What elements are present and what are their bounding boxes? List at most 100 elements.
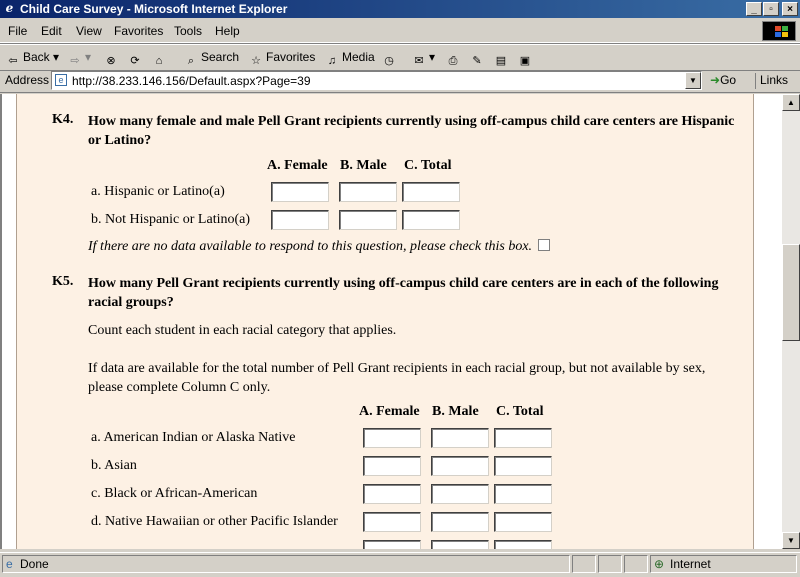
k5e-female-input[interactable] <box>363 540 421 549</box>
k4-number: K4. <box>52 112 74 127</box>
discuss-button[interactable]: ▤ <box>494 48 511 67</box>
close-button[interactable]: × <box>782 2 798 16</box>
minimize-button[interactable]: _ <box>746 2 762 16</box>
menu-bar: File Edit View Favorites Tools Help <box>0 20 800 43</box>
mail-button[interactable]: ✉ ▾ <box>412 48 435 67</box>
refresh-icon: ⟳ <box>130 55 140 67</box>
edit-button[interactable]: ✎ <box>470 48 487 67</box>
k4b-male-input[interactable] <box>339 210 397 230</box>
status-text-panel: e Done <box>2 555 570 573</box>
k4b-female-input[interactable] <box>271 210 329 230</box>
forward-arrow-icon: ⇨ <box>70 55 80 67</box>
k5b-female-input[interactable] <box>363 456 421 476</box>
media-button[interactable]: ♫ Media <box>325 48 375 67</box>
page-viewport: K4. How many female and male Pell Grant … <box>0 94 782 549</box>
messenger-button[interactable]: ▣ <box>518 48 535 67</box>
favorites-icon: ☆ <box>251 55 261 67</box>
menu-tools[interactable]: Tools <box>174 24 202 38</box>
k4-row-label: b. Not Hispanic or Latino(a) <box>91 212 251 227</box>
k4-question: How many female and male Pell Grant reci… <box>88 114 735 148</box>
home-button[interactable]: ⌂ <box>152 48 169 67</box>
menu-edit[interactable]: Edit <box>41 24 62 38</box>
k4a-male-input[interactable] <box>339 182 397 202</box>
k5d-female-input[interactable] <box>363 512 421 532</box>
forward-button[interactable]: ⇨ ▾ <box>68 48 91 67</box>
back-button[interactable]: ⇦ Back ▾ <box>6 48 59 67</box>
scroll-up-button[interactable]: ▲ <box>782 94 800 111</box>
address-label: Address <box>5 73 50 87</box>
history-icon: ◷ <box>384 55 394 67</box>
search-button[interactable]: ⌕ Search <box>184 48 239 67</box>
menu-favorites[interactable]: Favorites <box>114 24 163 38</box>
page-done-icon: e <box>6 557 13 571</box>
k5a-male-input[interactable] <box>431 428 489 448</box>
security-zone-panel: ⊕ Internet <box>650 555 797 573</box>
address-dropdown-button[interactable]: ▼ <box>685 72 701 89</box>
stop-icon: ⊗ <box>106 55 116 67</box>
address-bar: Address e http://38.233.146.156/Default.… <box>0 70 800 93</box>
k5-row-label: a. American Indian or Alaska Native <box>91 430 296 445</box>
scroll-thumb[interactable] <box>782 244 800 341</box>
k5-col-total: C. Total <box>496 404 544 419</box>
refresh-button[interactable]: ⟳ <box>128 48 145 67</box>
k5-question: How many Pell Grant recipients currently… <box>88 276 719 310</box>
k5d-male-input[interactable] <box>431 512 489 532</box>
menu-file[interactable]: File <box>8 24 27 38</box>
menu-view[interactable]: View <box>76 24 102 38</box>
k4b-total-input[interactable] <box>402 210 460 230</box>
k5a-total-input[interactable] <box>494 428 552 448</box>
k5a-female-input[interactable] <box>363 428 421 448</box>
status-bar: e Done ⊕ Internet <box>0 552 800 577</box>
address-input[interactable]: e http://38.233.146.156/Default.aspx?Pag… <box>51 71 702 90</box>
scroll-down-button[interactable]: ▼ <box>782 532 800 549</box>
k4a-total-input[interactable] <box>402 182 460 202</box>
menu-help[interactable]: Help <box>215 24 240 38</box>
k5-row-label: d. Native Hawaiian or other Pacific Isla… <box>91 514 338 529</box>
ie-logo-icon: e <box>5 1 14 15</box>
maximize-button[interactable]: ▫ <box>763 2 779 16</box>
k4-no-data-note: If there are no data available to respon… <box>88 237 551 256</box>
favorites-button[interactable]: ☆ Favorites <box>249 48 315 67</box>
media-icon: ♫ <box>327 55 337 67</box>
search-icon: ⌕ <box>187 55 195 67</box>
k5b-total-input[interactable] <box>494 456 552 476</box>
edit-icon: ✎ <box>472 55 482 67</box>
globe-icon: ⊕ <box>654 557 665 571</box>
k5-col-male: B. Male <box>432 404 479 419</box>
status-panel-2 <box>598 555 622 573</box>
title-bar: e Child Care Survey - Microsoft Internet… <box>0 0 800 18</box>
k4-no-data-checkbox[interactable] <box>538 239 551 251</box>
status-panel-3 <box>624 555 648 573</box>
k5-col-female: A. Female <box>359 404 420 419</box>
k4a-female-input[interactable] <box>271 182 329 202</box>
window-title: Child Care Survey - Microsoft Internet E… <box>20 2 288 16</box>
k4-row-label: a. Hispanic or Latino(a) <box>91 184 225 199</box>
standard-toolbar: ⇦ Back ▾ ⇨ ▾ ⊗ ⟳ ⌂ ⌕ Search ☆ Favorites ♫ Med… <box>0 43 800 71</box>
page-icon: e <box>55 74 67 86</box>
stop-button[interactable]: ⊗ <box>104 48 121 67</box>
k5-instruction-column-c: If data are available for the total numb… <box>88 361 706 395</box>
k5c-female-input[interactable] <box>363 484 421 504</box>
mail-icon: ✉ <box>414 55 424 67</box>
k5e-male-input[interactable] <box>431 540 489 549</box>
survey-page: K4. How many female and male Pell Grant … <box>16 94 754 549</box>
discuss-icon: ▤ <box>495 55 507 67</box>
k4-col-male: B. Male <box>340 158 387 173</box>
k5-instruction-count: Count each student in each racial catego… <box>88 323 397 338</box>
vertical-scrollbar[interactable]: ▲ ▼ <box>782 94 800 549</box>
messenger-icon: ▣ <box>519 55 531 67</box>
k5c-male-input[interactable] <box>431 484 489 504</box>
k4-col-total: C. Total <box>404 158 452 173</box>
links-button[interactable]: Links <box>755 73 788 89</box>
k5-row-label: c. Black or African-American <box>91 486 258 501</box>
print-button[interactable]: ⎙ <box>446 48 463 67</box>
print-icon: ⎙ <box>448 55 458 67</box>
k5-row-label: b. Asian <box>91 458 137 473</box>
k5e-total-input[interactable] <box>494 540 552 549</box>
k4-col-female: A. Female <box>267 158 328 173</box>
go-button[interactable]: ➜Go <box>710 73 736 87</box>
k5c-total-input[interactable] <box>494 484 552 504</box>
k5b-male-input[interactable] <box>431 456 489 476</box>
history-button[interactable]: ◷ <box>382 48 399 67</box>
k5d-total-input[interactable] <box>494 512 552 532</box>
